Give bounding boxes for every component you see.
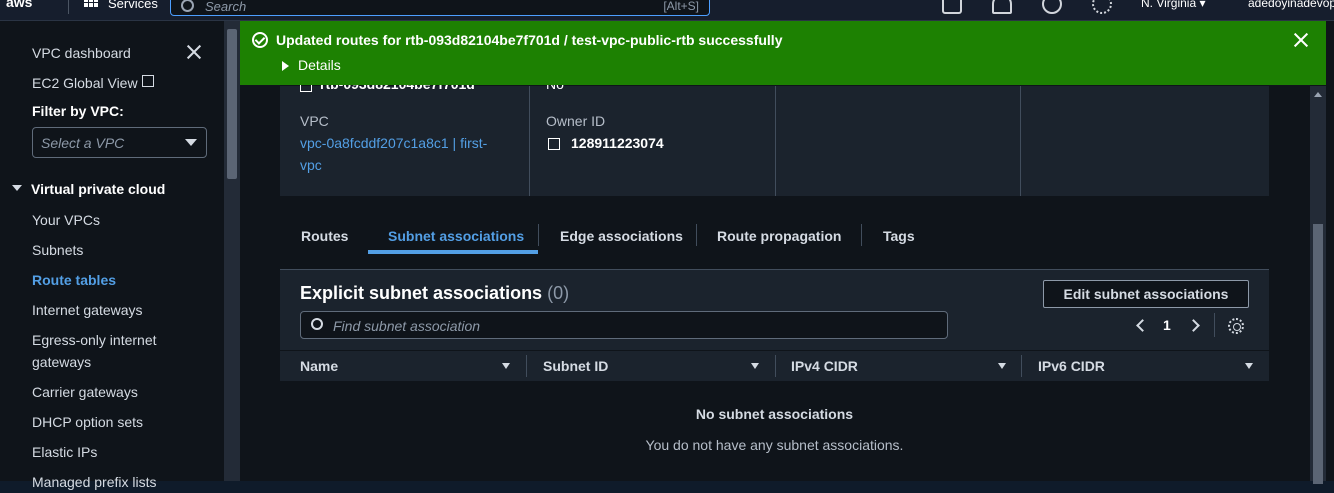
vpc-filter-placeholder: Select a VPC bbox=[41, 135, 125, 151]
caret-down-icon bbox=[185, 139, 197, 146]
success-flash-banner: Updated routes for rtb-093d82104be7f701d… bbox=[240, 21, 1326, 85]
panel-count: (0) bbox=[547, 283, 570, 303]
page-number[interactable]: 1 bbox=[1163, 317, 1171, 333]
close-sidebar-icon[interactable] bbox=[186, 44, 202, 60]
divider bbox=[529, 86, 530, 196]
expand-details-icon[interactable] bbox=[282, 61, 289, 71]
services-grid-icon[interactable] bbox=[84, 0, 98, 12]
vpc-label: VPC bbox=[300, 113, 329, 129]
route-table-details: rtb-093d82104be7f701d No VPC vpc-0a8fcdd… bbox=[280, 76, 1269, 196]
top-navigation-bar: aws Services Search [Alt+S] N. Virginia … bbox=[0, 0, 1334, 21]
region-selector[interactable]: N. Virginia ▾ bbox=[1141, 0, 1206, 10]
sort-icon[interactable] bbox=[502, 363, 510, 369]
search-icon bbox=[311, 318, 323, 330]
copy-icon[interactable] bbox=[548, 138, 560, 150]
preferences-gear-icon[interactable] bbox=[1228, 318, 1244, 334]
divider bbox=[526, 355, 527, 377]
notifications-bell-icon[interactable] bbox=[992, 0, 1012, 14]
divider bbox=[775, 355, 776, 377]
scroll-thumb[interactable] bbox=[1313, 224, 1323, 484]
flash-details-toggle[interactable]: Details bbox=[298, 57, 341, 73]
search-shortcut: [Alt+S] bbox=[663, 0, 699, 13]
column-header-name[interactable]: Name bbox=[300, 358, 338, 374]
sidebar-item-managed-prefix-lists[interactable]: Managed prefix lists bbox=[32, 471, 157, 493]
success-check-icon bbox=[252, 32, 268, 48]
dismiss-flash-icon[interactable] bbox=[1292, 31, 1310, 49]
sidebar-item-dhcp-option-sets[interactable]: DHCP option sets bbox=[32, 411, 143, 433]
content-scrollbar[interactable] bbox=[1310, 86, 1326, 484]
tab-tags[interactable]: Tags bbox=[883, 228, 915, 244]
scroll-up-icon[interactable] bbox=[1314, 92, 1322, 97]
table-body bbox=[280, 381, 1269, 481]
sidebar-item-ec2-global-view[interactable]: EC2 Global View bbox=[32, 72, 138, 94]
empty-state-text: You do not have any subnet associations. bbox=[645, 437, 904, 453]
tab-route-propagation[interactable]: Route propagation bbox=[717, 228, 841, 244]
next-page-icon[interactable] bbox=[1187, 319, 1200, 332]
flash-message: Updated routes for rtb-093d82104be7f701d… bbox=[276, 32, 783, 48]
owner-id-value: 128911223074 bbox=[571, 135, 664, 151]
divider bbox=[1021, 355, 1022, 377]
divider bbox=[861, 224, 862, 246]
divider bbox=[1020, 86, 1021, 196]
aws-logo[interactable]: aws bbox=[6, 0, 32, 10]
panel-title-text: Explicit subnet associations bbox=[300, 283, 543, 303]
column-header-ipv4-cidr[interactable]: IPv4 CIDR bbox=[791, 358, 858, 374]
divider bbox=[696, 224, 697, 246]
tabs-bar: Routes Subnet associations Edge associat… bbox=[280, 196, 1269, 270]
sidebar-item-your-vpcs[interactable]: Your VPCs bbox=[32, 209, 100, 231]
search-placeholder: Search bbox=[205, 0, 247, 14]
previous-page-icon[interactable] bbox=[1136, 319, 1149, 332]
settings-gear-icon[interactable] bbox=[1092, 0, 1112, 14]
sidebar-scrollbar[interactable] bbox=[224, 21, 240, 481]
panel-title: Explicit subnet associations (0) bbox=[300, 283, 569, 304]
divider bbox=[1214, 313, 1215, 337]
cloudshell-icon[interactable] bbox=[942, 0, 962, 14]
sidebar: VPC dashboard EC2 Global View Filter by … bbox=[0, 21, 224, 490]
divider bbox=[538, 224, 539, 246]
account-menu[interactable]: adedoyinadevop bbox=[1248, 0, 1334, 10]
tab-edge-associations[interactable]: Edge associations bbox=[560, 228, 683, 244]
find-subnet-placeholder: Find subnet association bbox=[333, 318, 481, 334]
search-icon bbox=[181, 0, 194, 12]
divider bbox=[775, 86, 776, 196]
find-subnet-association-input[interactable]: Find subnet association bbox=[300, 311, 948, 339]
active-tab-indicator bbox=[368, 250, 538, 254]
sidebar-item-internet-gateways[interactable]: Internet gateways bbox=[32, 299, 143, 321]
section-expand-icon[interactable] bbox=[12, 185, 22, 191]
sort-icon[interactable] bbox=[1245, 363, 1253, 369]
edit-subnet-associations-button[interactable]: Edit subnet associations bbox=[1043, 280, 1249, 308]
services-menu[interactable]: Services bbox=[108, 0, 158, 11]
column-header-ipv6-cidr[interactable]: IPv6 CIDR bbox=[1038, 358, 1105, 374]
sidebar-item-route-tables[interactable]: Route tables bbox=[32, 269, 116, 291]
sidebar-item-egress-only-internet-gateways[interactable]: Egress-only internet gateways bbox=[32, 329, 157, 373]
divider bbox=[68, 0, 69, 14]
sidebar-item-carrier-gateways[interactable]: Carrier gateways bbox=[32, 381, 138, 403]
sidebar-item-vpc-dashboard[interactable]: VPC dashboard bbox=[32, 42, 131, 64]
table-header: Name Subnet ID IPv4 CIDR IPv6 CIDR bbox=[280, 350, 1269, 382]
column-header-subnet-id[interactable]: Subnet ID bbox=[543, 358, 608, 374]
tab-subnet-associations[interactable]: Subnet associations bbox=[388, 228, 524, 244]
section-virtual-private-cloud[interactable]: Virtual private cloud bbox=[31, 178, 165, 200]
vpc-link[interactable]: vpc-0a8fcddf207c1a8c1 | first- vpc bbox=[300, 132, 487, 176]
subnet-associations-panel: Explicit subnet associations (0) Edit su… bbox=[280, 270, 1269, 481]
sort-icon[interactable] bbox=[998, 363, 1006, 369]
sort-icon[interactable] bbox=[751, 363, 759, 369]
help-icon[interactable] bbox=[1042, 0, 1062, 14]
sidebar-item-elastic-ips[interactable]: Elastic IPs bbox=[32, 441, 97, 463]
global-search-input[interactable]: Search [Alt+S] bbox=[170, 0, 710, 16]
sidebar-item-subnets[interactable]: Subnets bbox=[32, 239, 83, 261]
owner-id-label: Owner ID bbox=[546, 113, 606, 129]
filter-by-vpc-label: Filter by VPC: bbox=[32, 103, 124, 119]
tab-routes[interactable]: Routes bbox=[301, 228, 348, 244]
empty-state-title: No subnet associations bbox=[695, 406, 854, 422]
vpc-filter-select[interactable]: Select a VPC bbox=[32, 127, 207, 158]
external-link-icon bbox=[142, 75, 154, 87]
